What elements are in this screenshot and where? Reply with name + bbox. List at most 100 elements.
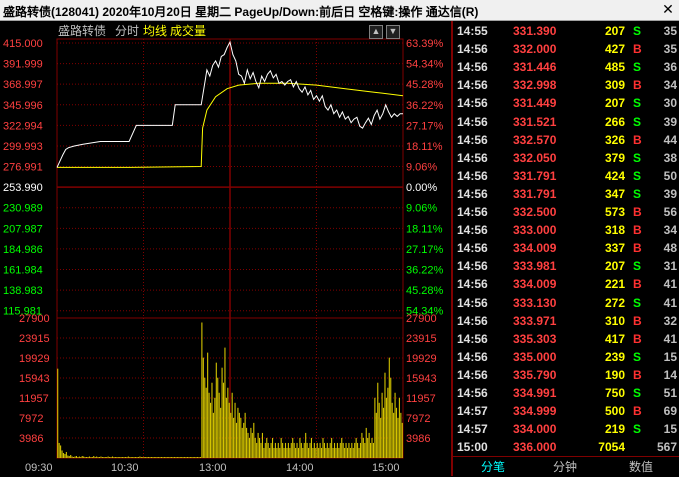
tick-row[interactable]: 14:56 334.009 337 B 48 bbox=[455, 238, 679, 258]
scroll-down-button[interactable]: ▼ bbox=[386, 25, 400, 39]
tick-row[interactable]: 14:56 331.449 207 S 30 bbox=[455, 93, 679, 113]
tick-count: 34 bbox=[663, 78, 677, 93]
tick-count: 39 bbox=[663, 114, 677, 129]
tick-side: B bbox=[633, 313, 642, 328]
tick-row[interactable]: 14:56 332.998 309 B 34 bbox=[455, 75, 679, 95]
tick-row[interactable]: 14:56 333.981 207 S 31 bbox=[455, 256, 679, 276]
tick-time: 14:56 bbox=[457, 349, 488, 364]
scroll-up-button[interactable]: ▲ bbox=[369, 25, 383, 39]
tick-row[interactable]: 14:56 331.446 485 S 36 bbox=[455, 57, 679, 77]
tick-time: 14:56 bbox=[457, 42, 488, 57]
pct-tick-label: 9.06% bbox=[406, 162, 437, 174]
tick-row[interactable]: 14:56 333.130 272 S 41 bbox=[455, 293, 679, 313]
tick-price: 331.390 bbox=[513, 24, 557, 38]
tick-time: 14:56 bbox=[457, 259, 488, 274]
chart-mode-label: 分时 bbox=[115, 24, 139, 38]
tick-side: S bbox=[633, 422, 642, 437]
tick-price: 332.050 bbox=[513, 150, 557, 165]
tick-price: 332.000 bbox=[513, 42, 557, 57]
tick-price: 331.791 bbox=[513, 168, 557, 183]
tick-side: S bbox=[633, 386, 642, 400]
volume-tick-label: 3986 bbox=[19, 433, 43, 445]
volume-tick-label-right: 27900 bbox=[406, 313, 437, 325]
tick-row[interactable]: 14:56 332.500 573 B 56 bbox=[455, 202, 679, 222]
volume-tick-label: 7972 bbox=[19, 413, 43, 425]
tick-count: 44 bbox=[663, 132, 677, 147]
tick-side: S bbox=[633, 186, 642, 201]
intraday-chart[interactable]: 盛路转债 分时 均线 成交量 415.000 63.39% 391.999 54.34% 368… bbox=[0, 21, 451, 476]
time-axis-label: 10:30 bbox=[111, 462, 139, 474]
tick-row[interactable]: 14:56 332.570 326 B 44 bbox=[455, 130, 679, 150]
tick-row[interactable]: 14:56 333.971 310 B 32 bbox=[455, 311, 679, 331]
pct-tick-label: 45.28% bbox=[406, 285, 444, 297]
tick-price: 334.000 bbox=[513, 422, 557, 437]
tick-row[interactable]: 14:56 331.521 266 S 39 bbox=[455, 112, 679, 132]
tick-row[interactable]: 14:56 335.303 417 B 41 bbox=[455, 329, 679, 349]
tick-row[interactable]: 14:56 331.791 424 S 50 bbox=[455, 166, 679, 186]
tick-price: 334.009 bbox=[513, 241, 557, 256]
tick-row[interactable]: 15:00 336.000 7054 567 bbox=[455, 437, 679, 457]
tick-count: 38 bbox=[663, 150, 677, 165]
tick-row[interactable]: 14:55 331.390 207 S 35 bbox=[455, 21, 679, 41]
tick-side: S bbox=[633, 150, 642, 165]
tick-volume: 190 bbox=[604, 367, 625, 382]
tick-price: 332.500 bbox=[513, 205, 557, 219]
tick-time: 14:56 bbox=[457, 168, 488, 183]
tick-price: 333.981 bbox=[513, 259, 557, 274]
tick-side: B bbox=[633, 132, 642, 147]
tick-count: 48 bbox=[663, 241, 677, 256]
pct-tick-label: 18.11% bbox=[406, 223, 443, 235]
tick-count: 56 bbox=[663, 205, 677, 219]
tick-row[interactable]: 14:56 332.000 427 B 35 bbox=[455, 39, 679, 59]
tick-count: 567 bbox=[656, 440, 677, 455]
price-tick-label: 230.989 bbox=[3, 203, 43, 215]
tick-count: 14 bbox=[663, 367, 677, 382]
tick-price: 331.449 bbox=[513, 96, 557, 111]
pct-tick-label: 45.28% bbox=[406, 79, 444, 91]
tick-volume: 326 bbox=[604, 132, 625, 147]
tick-row[interactable]: 14:57 334.999 500 B 69 bbox=[455, 401, 679, 421]
volume-tick-label: 23915 bbox=[19, 333, 50, 345]
tick-row[interactable]: 14:56 333.000 318 B 34 bbox=[455, 220, 679, 240]
tick-count: 35 bbox=[663, 42, 677, 57]
price-tick-label: 276.991 bbox=[3, 162, 43, 174]
tick-side: S bbox=[633, 60, 642, 75]
tick-row[interactable]: 14:56 331.791 347 S 39 bbox=[455, 184, 679, 204]
price-tick-label: 368.997 bbox=[3, 79, 43, 91]
tick-count: 39 bbox=[663, 186, 677, 201]
tick-side: B bbox=[633, 42, 642, 57]
close-icon[interactable]: ✕ bbox=[660, 2, 676, 17]
bottom-tab-values[interactable]: 数值 bbox=[624, 459, 658, 476]
tick-row[interactable]: 14:57 334.000 219 S 15 bbox=[455, 419, 679, 439]
tick-price: 336.000 bbox=[513, 440, 557, 455]
tick-time: 14:56 bbox=[457, 186, 488, 201]
tick-volume: 485 bbox=[604, 60, 625, 75]
time-axis-label: 13:00 bbox=[199, 462, 227, 474]
tick-price: 335.303 bbox=[513, 331, 557, 346]
time-axis-label: 15:00 bbox=[372, 462, 400, 474]
tick-row[interactable]: 14:56 334.009 221 B 41 bbox=[455, 274, 679, 294]
pct-tick-label: 27.17% bbox=[406, 244, 444, 256]
bottom-tab-ticks[interactable]: 分笔 bbox=[476, 459, 510, 476]
tick-list[interactable]: 14:55 331.390 207 S 35 14:56 332.000 427 B 35 14:5… bbox=[455, 21, 679, 455]
volume-tick-label-right: 11957 bbox=[406, 393, 436, 405]
tick-price: 334.009 bbox=[513, 277, 557, 292]
tick-volume: 379 bbox=[604, 150, 625, 165]
tick-row[interactable]: 14:56 335.000 239 S 15 bbox=[455, 347, 679, 367]
price-tick-label: 345.996 bbox=[3, 100, 43, 112]
bottom-tab-minutes[interactable]: 分钟 bbox=[548, 459, 582, 476]
tick-count: 41 bbox=[663, 277, 677, 292]
tick-row[interactable]: 14:56 334.991 750 S 51 bbox=[455, 383, 679, 403]
time-axis-label: 09:30 bbox=[25, 462, 53, 474]
pct-tick-label: 36.22% bbox=[406, 265, 444, 277]
price-tick-label: 138.983 bbox=[3, 285, 43, 297]
tick-volume: 310 bbox=[604, 313, 625, 328]
tick-row[interactable]: 14:56 335.790 190 B 14 bbox=[455, 365, 679, 385]
price-tick-label: 184.986 bbox=[3, 244, 43, 256]
tick-price: 331.446 bbox=[513, 60, 557, 75]
tick-time: 14:55 bbox=[457, 24, 488, 38]
chart-stock-name: 盛路转债 bbox=[58, 23, 106, 38]
tick-row[interactable]: 14:56 332.050 379 S 38 bbox=[455, 148, 679, 168]
tick-count: 32 bbox=[663, 313, 677, 328]
price-tick-label: 322.994 bbox=[3, 120, 43, 132]
